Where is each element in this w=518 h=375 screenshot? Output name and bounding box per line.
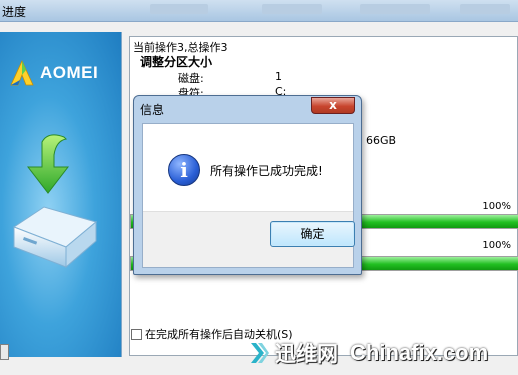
dialog-footer: 确定 bbox=[143, 211, 355, 267]
close-icon: x bbox=[329, 98, 337, 112]
dialog-message: 所有操作已成功完成! bbox=[210, 164, 323, 178]
disk-value: 1 bbox=[275, 70, 282, 83]
watermark-en-text: Chinafix.com bbox=[350, 340, 489, 365]
title-bar-blurred-text bbox=[150, 4, 208, 14]
disk-label: 磁盘: bbox=[178, 72, 204, 85]
auto-shutdown-checkbox[interactable] bbox=[131, 328, 142, 340]
ok-button[interactable]: 确定 bbox=[270, 221, 355, 247]
current-operation-title: 调整分区大小 bbox=[140, 55, 213, 69]
dialog-body: i 所有操作已成功完成! 确定 bbox=[142, 123, 355, 268]
current-progress-percent: 100% bbox=[482, 201, 511, 212]
info-dialog: 信息 x i 所有操作已成功完成! 确定 bbox=[133, 95, 362, 275]
disk-download-icon bbox=[12, 134, 98, 269]
window-title-bar: 进度 bbox=[0, 0, 518, 22]
title-bar-blurred-text bbox=[262, 4, 322, 14]
left-edge-button[interactable] bbox=[0, 344, 9, 360]
info-icon: i bbox=[168, 154, 200, 186]
brand-name: AOMEI bbox=[40, 63, 99, 82]
dialog-close-button[interactable]: x bbox=[311, 97, 355, 114]
size-value: 66GB bbox=[366, 134, 397, 147]
brand-logo: AOMEI bbox=[10, 60, 98, 86]
watermark-logo-icon bbox=[249, 341, 269, 365]
window-title: 进度 bbox=[2, 5, 27, 19]
dialog-title: 信息 bbox=[140, 103, 165, 117]
title-bar-blurred-text bbox=[360, 4, 430, 14]
brand-panel: AOMEI bbox=[0, 32, 122, 357]
total-progress-percent: 100% bbox=[482, 240, 511, 251]
watermark: 迅维网 Chinafix.com bbox=[249, 331, 518, 375]
watermark-cn-text: 迅维网 bbox=[275, 342, 338, 366]
aomei-logo-icon bbox=[10, 60, 34, 86]
title-bar-blurred-text bbox=[460, 4, 510, 14]
